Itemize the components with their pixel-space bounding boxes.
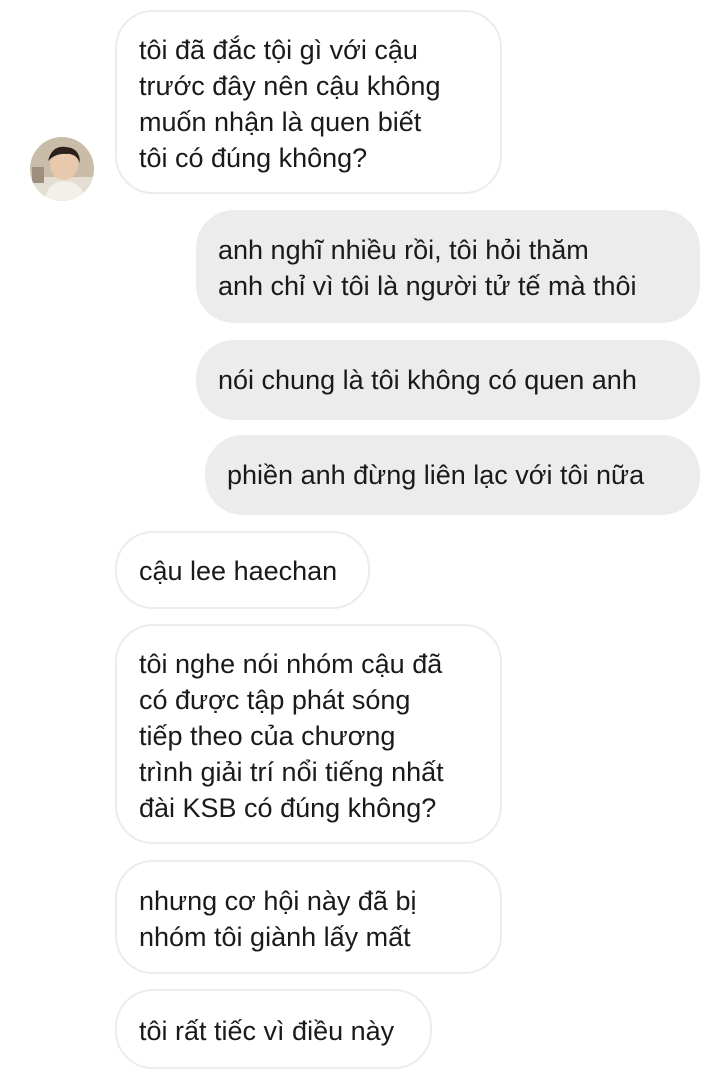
message-bubble-incoming[interactable]: cậu lee haechan (115, 531, 370, 609)
message-bubble-incoming[interactable]: nhưng cơ hội này đã bị nhóm tôi giành lấ… (115, 860, 502, 974)
contact-avatar[interactable] (30, 137, 94, 201)
message-bubble-outgoing[interactable]: phiền anh đừng liên lạc với tôi nữa (205, 435, 700, 515)
message-bubble-outgoing[interactable]: nói chung là tôi không có quen anh (196, 340, 700, 420)
message-bubble-incoming[interactable]: tôi nghe nói nhóm cậu đã có được tập phá… (115, 624, 502, 844)
message-bubble-incoming[interactable]: tôi rất tiếc vì điều này (115, 989, 432, 1069)
message-thread: tôi đã đắc tội gì với cậu trước đây nên … (0, 0, 719, 1069)
user-avatar-icon (30, 137, 94, 201)
message-bubble-outgoing[interactable]: anh nghĩ nhiều rồi, tôi hỏi thăm anh chỉ… (196, 210, 700, 323)
message-bubble-incoming[interactable]: tôi đã đắc tội gì với cậu trước đây nên … (115, 10, 502, 194)
